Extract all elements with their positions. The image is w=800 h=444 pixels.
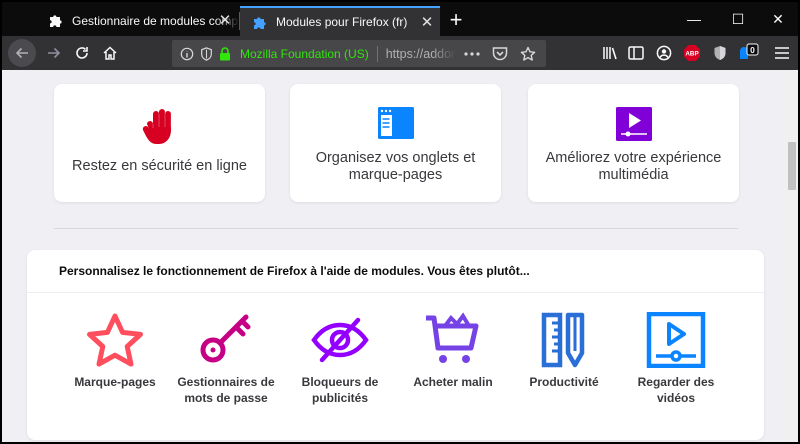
video-icon	[646, 312, 706, 368]
section-divider	[54, 228, 738, 229]
category-label: Acheter malin	[413, 375, 493, 389]
new-tab-button[interactable]: +	[442, 8, 470, 34]
page-scrollbar[interactable]	[785, 70, 798, 442]
info-icon[interactable]	[180, 47, 194, 61]
star-icon	[87, 313, 143, 367]
ruler-pencil-icon	[541, 312, 585, 368]
tab-strip: Gestionnaire de modules complémentaires …	[2, 2, 798, 36]
panel-divider	[27, 292, 764, 293]
back-button[interactable]	[8, 39, 36, 67]
addons-icon	[254, 17, 266, 29]
shopping-cart-icon	[426, 312, 479, 363]
bookmark-star-button[interactable]	[516, 42, 540, 66]
privacy-extension-button[interactable]	[706, 40, 734, 66]
blocked-eye-icon	[311, 317, 369, 363]
category-label: Bloqueurs de publicités	[301, 375, 379, 405]
feature-card-label: Améliorez votre expérience multimédia	[545, 150, 722, 183]
browser-window-icon	[377, 107, 414, 139]
menu-button[interactable]	[768, 40, 796, 66]
close-window-button[interactable]: ✕	[758, 6, 798, 32]
library-button[interactable]	[596, 40, 624, 66]
minimize-button[interactable]: —	[674, 6, 714, 32]
browser-window: Gestionnaire de modules complémentaires …	[0, 0, 800, 444]
sidebar-button[interactable]	[622, 40, 650, 66]
category-bookmarks[interactable]: Marque-pages	[60, 312, 170, 390]
svg-text:ABP: ABP	[685, 51, 698, 58]
scrollbar-thumb[interactable]	[788, 142, 796, 190]
feature-card-media[interactable]: Améliorez votre expérience multimédia	[528, 84, 739, 202]
reload-button[interactable]	[68, 40, 96, 66]
category-label: Gestionnaires de mots de passe	[177, 375, 275, 405]
close-tab-icon[interactable]: ✕	[212, 10, 238, 32]
category-label: Regarder des vidéos	[637, 375, 715, 405]
account-button[interactable]	[650, 40, 678, 66]
category-label: Marque-pages	[74, 375, 156, 389]
identity-organization: Mozilla Foundation (US)	[240, 46, 369, 61]
extension-badge-icon: 0	[740, 43, 759, 59]
tracking-shield-icon[interactable]	[200, 46, 213, 61]
feature-card-security[interactable]: Restez en sécurité en ligne	[54, 84, 265, 202]
category-password-managers[interactable]: Gestionnaires de mots de passe	[171, 312, 281, 406]
stop-hand-icon	[142, 109, 171, 144]
page-actions-button[interactable]	[460, 42, 484, 66]
tab-title: Modules pour Firefox (fr)	[276, 15, 408, 29]
home-button[interactable]	[96, 40, 124, 66]
lock-icon	[220, 46, 230, 60]
arrow-right-icon	[48, 47, 61, 59]
url-separator	[376, 45, 378, 62]
sidebar-icon	[628, 46, 644, 60]
site-identity[interactable]: Mozilla Foundation (US)	[172, 47, 369, 61]
home-icon	[103, 46, 117, 60]
video-player-icon	[615, 107, 652, 141]
reload-icon	[76, 47, 88, 59]
more-dots-icon	[464, 51, 480, 56]
category-label: Productivité	[529, 375, 599, 389]
category-shopping[interactable]: Acheter malin	[398, 312, 508, 390]
key-icon	[200, 314, 251, 363]
hamburger-menu-icon	[775, 47, 789, 59]
shield-icon	[714, 46, 726, 60]
svg-text:0: 0	[750, 45, 755, 55]
category-videos[interactable]: Regarder des vidéos	[621, 312, 731, 406]
category-ad-blockers[interactable]: Bloqueurs de publicités	[285, 312, 395, 406]
tab-addons-manager[interactable]: Gestionnaire de modules complémentaires	[36, 6, 240, 36]
forward-button[interactable]	[40, 40, 68, 66]
feature-card-label: Restez en sécurité en ligne	[72, 158, 247, 174]
feature-card-tabs[interactable]: Organisez vos onglets et marque-pages	[290, 84, 501, 202]
adblock-plus-icon: ABP	[684, 45, 700, 61]
categories-panel: Personnalisez le fonctionnement de Firef…	[27, 250, 764, 440]
adblock-plus-button[interactable]: ABP	[678, 40, 706, 66]
url-actions	[460, 40, 546, 67]
pocket-button[interactable]	[488, 42, 512, 66]
library-icon	[602, 47, 617, 60]
tab-firefox-addons[interactable]: Modules pour Firefox (fr) ✕	[240, 6, 440, 36]
url-bar[interactable]: Mozilla Foundation (US) https://addons.m…	[172, 40, 546, 67]
arrow-left-icon	[15, 47, 28, 59]
star-outline-icon	[520, 46, 536, 61]
feature-card-label: Organisez vos onglets et marque-pages	[315, 150, 476, 183]
category-productivity[interactable]: Productivité	[509, 312, 619, 390]
maximize-button[interactable]: ☐	[718, 6, 758, 32]
url-text[interactable]: https://addons.mozilla.org/fr/firefox/	[386, 47, 456, 61]
navigation-toolbar: Mozilla Foundation (US) https://addons.m…	[2, 36, 798, 70]
extension-counter-button[interactable]: 0	[734, 40, 762, 66]
account-icon	[656, 45, 672, 61]
pocket-icon	[492, 47, 508, 61]
puzzle-icon	[50, 15, 62, 27]
panel-title: Personnalisez le fonctionnement de Firef…	[59, 264, 530, 278]
page-content: Restez en sécurité en ligne Organisez vo…	[2, 70, 785, 442]
close-tab-icon[interactable]: ✕	[414, 13, 440, 31]
